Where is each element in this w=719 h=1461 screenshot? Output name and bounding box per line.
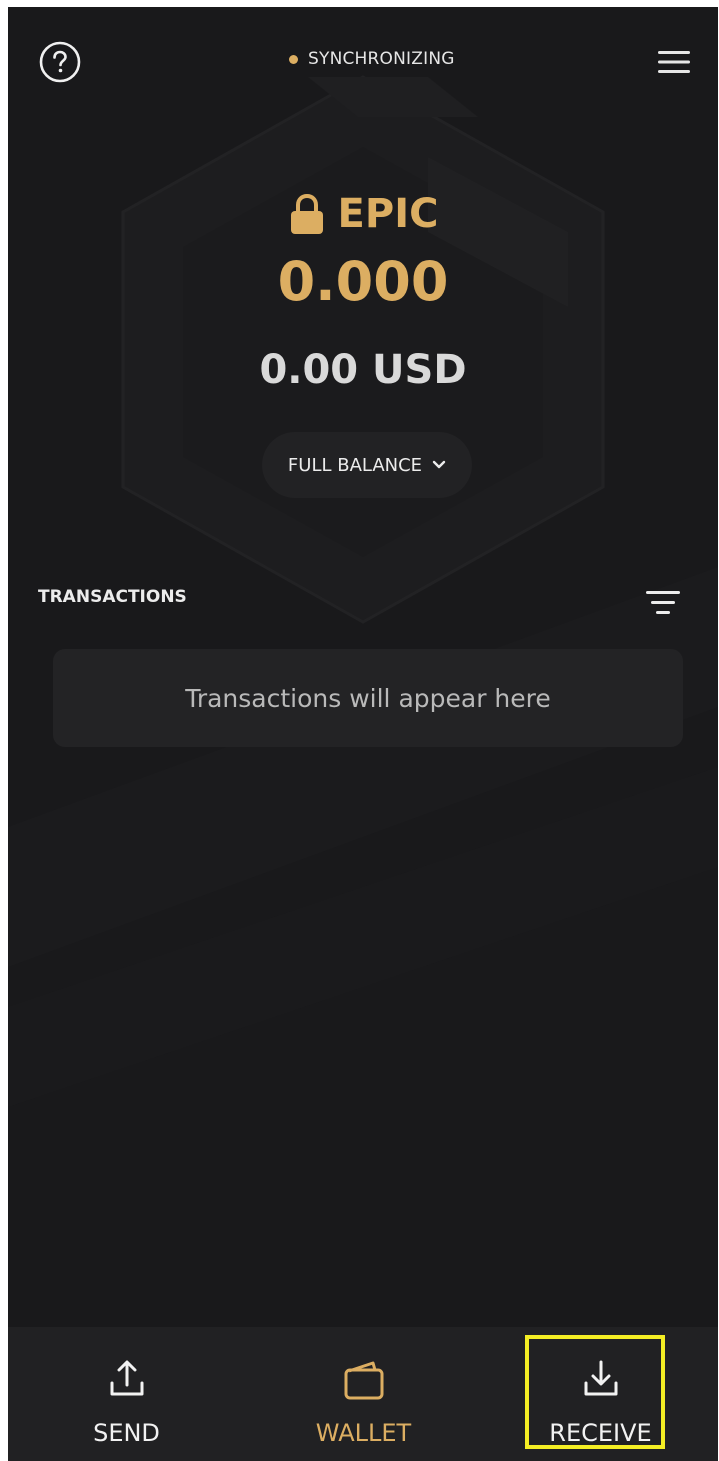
hamburger-menu-icon [658, 51, 690, 73]
nav-receive-label: RECEIVE [549, 1419, 652, 1447]
fiat-balance-amount: 0.00 USD [259, 347, 467, 393]
filter-button[interactable] [642, 585, 684, 621]
chevron-down-icon [432, 460, 446, 469]
transactions-empty-card: Transactions will appear here [53, 649, 683, 747]
nav-wallet-button[interactable]: WALLET [245, 1327, 482, 1461]
upload-icon [110, 1360, 143, 1396]
menu-button[interactable] [656, 47, 692, 77]
balance-header: EPIC [8, 187, 718, 241]
sync-status-text: SYNCHRONIZING [308, 49, 455, 69]
nav-wallet-label: WALLET [315, 1419, 412, 1447]
sync-status-dot [289, 54, 298, 64]
help-button[interactable] [38, 40, 82, 84]
filter-icon [646, 591, 680, 614]
nav-receive-button[interactable]: RECEIVE [482, 1327, 718, 1461]
coin-balance-amount: 0.000 [277, 250, 449, 313]
download-icon [584, 1360, 617, 1396]
nav-send-label: SEND [93, 1419, 160, 1447]
wallet-screen: SYNCHRONIZING EPIC 0.000 0.00 USD FULL B… [8, 7, 718, 1461]
sync-status: SYNCHRONIZING [289, 48, 455, 70]
balance-type-label: FULL BALANCE [287, 454, 423, 476]
transactions-title: TRANSACTIONS [38, 587, 187, 607]
top-bar: SYNCHRONIZING [8, 7, 718, 117]
coin-name: EPIC [337, 191, 439, 237]
balance-type-selector[interactable]: FULL BALANCE [262, 432, 472, 498]
bottom-navigation: SEND WALLET RECEIVE [8, 1327, 718, 1461]
question-circle-icon [39, 41, 81, 83]
lock-icon [290, 193, 323, 234]
wallet-icon [344, 1361, 383, 1400]
nav-send-button[interactable]: SEND [8, 1327, 245, 1461]
transactions-empty-text: Transactions will appear here [185, 683, 551, 713]
